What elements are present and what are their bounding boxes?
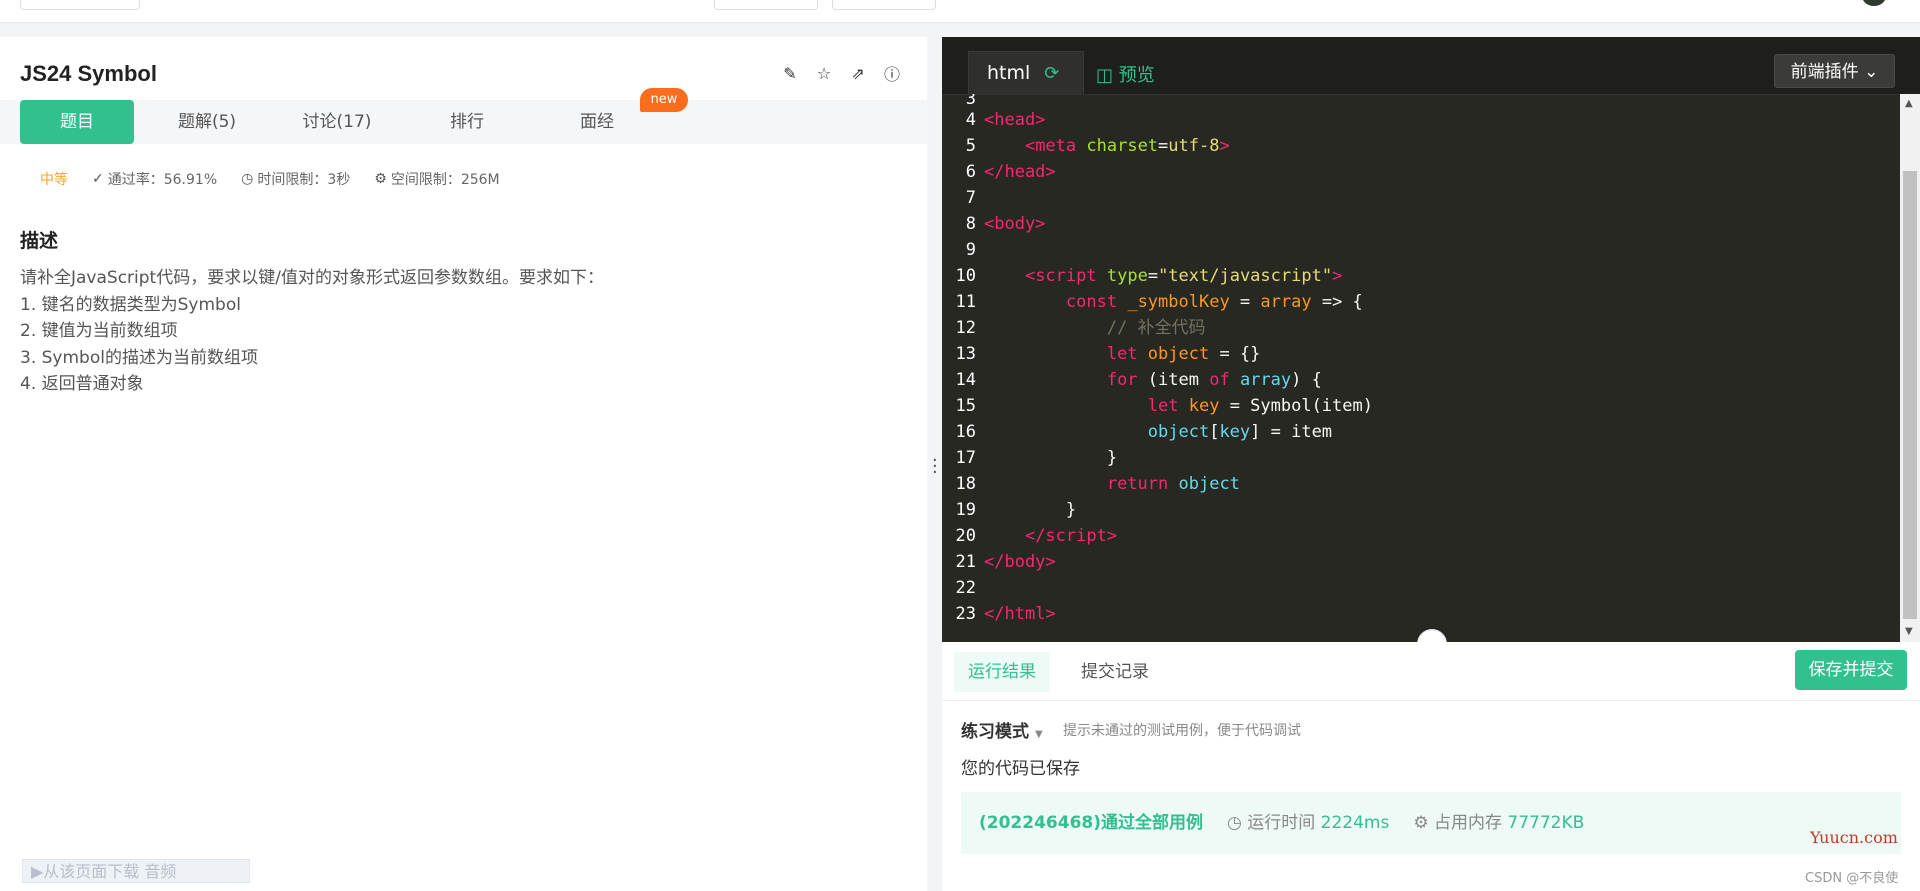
- title-actions: ✎ ☆ ⇗ ⓘ: [780, 63, 902, 85]
- scroll-up-icon[interactable]: ▲: [1905, 98, 1913, 109]
- chip-icon: ⚙: [1413, 813, 1429, 833]
- tab-ranking[interactable]: 排行: [410, 100, 524, 144]
- info-icon[interactable]: ⓘ: [882, 63, 902, 84]
- code-line: 17 }: [955, 448, 1118, 468]
- memory-value: 77772KB: [1507, 813, 1585, 833]
- code-line: 7: [965, 188, 976, 208]
- tab-problem[interactable]: 题目: [20, 100, 134, 144]
- code-line: 23 </html>: [955, 604, 1056, 624]
- code-line: 18 return object: [955, 474, 1240, 494]
- code-line: 10 <script type="text/javascript">: [955, 266, 1343, 286]
- top-bar-button-left[interactable]: [20, 0, 140, 10]
- new-badge: new: [640, 88, 688, 112]
- check-circle-icon: ✓: [92, 171, 104, 187]
- scroll-down-icon[interactable]: ▼: [1905, 626, 1913, 637]
- preview-button[interactable]: ◫ 预览: [1096, 61, 1155, 87]
- clock-icon: ◷: [1227, 813, 1242, 833]
- code-line: 4 <head>: [965, 110, 1046, 130]
- description-line: 1. 键名的数据类型为Symbol: [20, 294, 241, 315]
- plugin-label: 前端插件: [1790, 62, 1859, 82]
- external-link-icon[interactable]: ⇗: [848, 63, 868, 83]
- split-view-icon: ◫: [1096, 65, 1114, 86]
- practice-mode-dropdown[interactable]: 练习模式 ▼: [961, 717, 1043, 742]
- memory-label: 占用内存: [1434, 813, 1502, 833]
- clock-icon: ◷: [241, 171, 254, 187]
- tab-html[interactable]: html ⟳: [968, 51, 1084, 94]
- code-line: 19 }: [955, 500, 1077, 520]
- result-summary: (202246468)通过全部用例 ◷ 运行时间 2224ms ⚙ 占用内存 7…: [961, 792, 1901, 854]
- code-line: 12 // 补全代码: [955, 318, 1206, 338]
- panel-resize-handle[interactable]: · · ·: [932, 452, 938, 482]
- code-line: 22: [955, 578, 976, 598]
- editor-header: html ⟳ ◫ 预览 前端插件 ⌄: [942, 37, 1920, 95]
- tab-interview[interactable]: 面经: [540, 100, 654, 144]
- code-line: 14 for (item of array) {: [955, 370, 1322, 390]
- practice-mode-label: 练习模式: [961, 722, 1029, 742]
- tab-run-result[interactable]: 运行结果: [954, 652, 1050, 692]
- code-line: 9: [965, 240, 976, 260]
- csdn-credit: CSDN @不良使: [1805, 871, 1899, 886]
- scrollbar-thumb[interactable]: [1903, 171, 1917, 619]
- editor-scrollbar[interactable]: ▲ ▼: [1900, 94, 1920, 642]
- description-line: 2. 键值为当前数组项: [20, 321, 178, 341]
- download-audio-bar[interactable]: ▶从该页面下载 音频: [22, 859, 250, 883]
- runtime-value: 2224ms: [1320, 813, 1390, 833]
- practice-mode-hint: 提示未通过的测试用例，便于代码调试: [1063, 723, 1301, 739]
- code-line: 20 </script>: [955, 526, 1118, 546]
- problem-meta: 中等 ✓ 通过率：56.91% ◷ 时间限制：3秒 ⚙ 空间限制：256M: [40, 169, 500, 189]
- save-submit-button[interactable]: 保存并提交: [1795, 650, 1907, 690]
- runtime-label: 运行时间: [1247, 813, 1316, 833]
- top-bar-button-mid1[interactable]: [714, 0, 818, 10]
- difficulty-badge: 中等: [40, 172, 68, 188]
- code-area[interactable]: 3 4 <head> 5 <meta charset=utf-8> 6 </head…: [942, 94, 1900, 642]
- problem-panel: JS24 Symbol ✎ ☆ ⇗ ⓘ 题目 题解(5) 讨论(17) 排行 面…: [0, 37, 927, 891]
- time-limit: 时间限制：3秒: [257, 172, 351, 188]
- result-tabs: 运行结果 提交记录 保存并提交: [942, 642, 1920, 701]
- caret-down-icon: ▼: [1035, 729, 1043, 740]
- description-body: 请补全JavaScript代码，要求以键/值对的对象形式返回参数数组。要求如下：…: [20, 265, 604, 398]
- code-line: 21 </body>: [955, 552, 1056, 572]
- problem-tabs: 题目 题解(5) 讨论(17) 排行 面经: [0, 100, 927, 144]
- result-panel: 运行结果 提交记录 保存并提交 练习模式 ▼ 提示未通过的测试用例，便于代码调试 …: [942, 642, 1920, 891]
- star-icon[interactable]: ☆: [814, 63, 834, 83]
- top-bar-button-mid2[interactable]: [832, 0, 936, 10]
- description-line: 3. Symbol的描述为当前数组项: [20, 347, 258, 368]
- code-line: 8 <body>: [965, 214, 1046, 234]
- avatar[interactable]: [1862, 0, 1886, 6]
- code-editor: html ⟳ ◫ 预览 前端插件 ⌄ 3 4 <head> 5 <meta char…: [942, 37, 1920, 642]
- code-line: 16 object[key] = item: [955, 422, 1333, 442]
- edit-icon[interactable]: ✎: [780, 63, 800, 83]
- chip-icon: ⚙: [374, 171, 387, 187]
- pass-status: (202246468)通过全部用例: [979, 813, 1203, 833]
- refresh-icon[interactable]: ⟳: [1044, 63, 1059, 84]
- watermark: Yuucn.com: [1810, 828, 1898, 847]
- code-line: 6 </head>: [965, 162, 1056, 182]
- tab-submit-history[interactable]: 提交记录: [1067, 652, 1163, 692]
- description-line: 4. 返回普通对象: [20, 374, 144, 394]
- space-limit: 空间限制：256M: [390, 172, 500, 188]
- tab-html-label: html: [987, 62, 1031, 84]
- code-line: 5 <meta charset=utf-8>: [965, 136, 1230, 156]
- chevron-down-icon: ⌄: [1864, 62, 1879, 82]
- tab-solutions[interactable]: 题解(5): [150, 100, 264, 144]
- top-bar: [0, 0, 1920, 22]
- problem-title: JS24 Symbol: [20, 61, 157, 86]
- description-line: 请补全JavaScript代码，要求以键/值对的对象形式返回参数数组。要求如下：: [20, 268, 604, 288]
- frontend-plugin-dropdown[interactable]: 前端插件 ⌄: [1774, 54, 1895, 88]
- description-heading: 描述: [20, 230, 59, 252]
- code-line: 15 let key = Symbol(item): [955, 396, 1373, 416]
- code-line: 11 const _symbolKey = array => {: [955, 292, 1363, 312]
- preview-label: 预览: [1118, 65, 1155, 86]
- pass-rate: 通过率：56.91%: [107, 172, 218, 188]
- tab-discussion[interactable]: 讨论(17): [280, 100, 394, 144]
- saved-message: 您的代码已保存: [961, 759, 1080, 779]
- code-line: 13 let object = {}: [955, 344, 1261, 364]
